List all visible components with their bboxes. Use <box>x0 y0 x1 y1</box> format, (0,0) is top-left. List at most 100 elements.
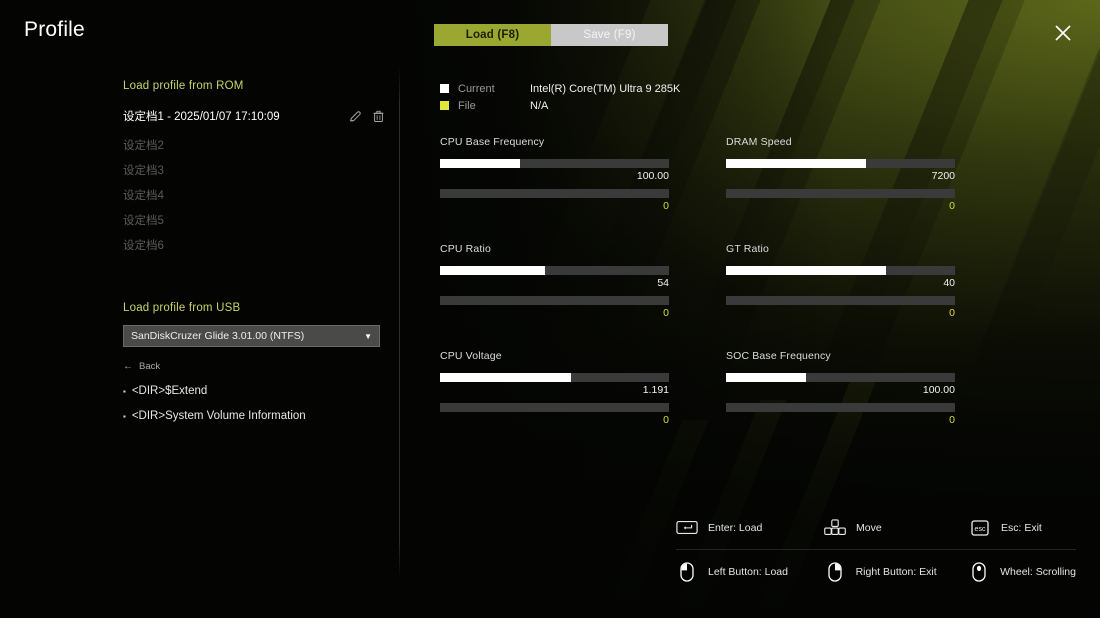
metric-title: CPU Voltage <box>440 350 502 362</box>
usb-device-select[interactable]: SanDiskCruzer Glide 3.01.00 (NTFS) ▼ <box>123 325 380 347</box>
rom-profile-label: 设定档2 <box>123 139 164 152</box>
help-item-wheel-scrolling: Wheel: Scrolling <box>968 562 1076 582</box>
help-item-right-button-exit: Right Button: Exit <box>824 562 969 582</box>
metric-file-bar-group: 0 <box>440 403 669 428</box>
metric-current-bar-group: 7200 <box>726 159 955 184</box>
file-list-item-label: <DIR>System Volume Information <box>131 410 306 422</box>
usb-profile-panel: Load profile from USB SanDiskCruzer Glid… <box>123 302 385 422</box>
metric-gt-ratio: GT Ratio 40 0 <box>726 243 955 321</box>
chevron-down-icon: ▼ <box>364 331 372 341</box>
arrow-keys-icon <box>824 519 846 537</box>
pencil-icon[interactable] <box>349 110 362 123</box>
bar-fill-current <box>726 159 866 168</box>
help-label: Wheel: Scrolling <box>1000 566 1076 578</box>
metric-cpu-base-frequency: CPU Base Frequency 100.00 0 <box>440 136 669 214</box>
profile-compare-legend: Current Intel(R) Core(TM) Ultra 9 285K F… <box>440 80 970 114</box>
bar-value-file: 0 <box>663 200 669 212</box>
help-label: Left Button: Load <box>708 566 788 578</box>
rom-profile-row[interactable]: 设定档6 <box>123 233 385 256</box>
help-row-keyboard: Enter: Load Move esc Esc: Exit <box>676 506 1076 550</box>
rom-profile-row[interactable]: 设定档5 <box>123 208 385 231</box>
rom-profile-label: 设定档4 <box>123 189 164 202</box>
tab-save[interactable]: Save (F9) <box>551 24 668 46</box>
file-list-item[interactable]: ▪ <DIR>System Volume Information <box>123 410 385 422</box>
bar-value-current: 1.191 <box>642 384 669 396</box>
file-list-item-label: <DIR>$Extend <box>131 385 208 397</box>
bar-value-current: 7200 <box>931 170 955 182</box>
rom-profile-row[interactable]: 设定档3 <box>123 158 385 181</box>
help-item-enter-load: Enter: Load <box>676 519 824 537</box>
metric-title: DRAM Speed <box>726 136 792 148</box>
metric-file-bar-group: 0 <box>726 403 955 428</box>
close-icon[interactable] <box>1050 20 1076 46</box>
usb-device-label: SanDiskCruzer Glide 3.01.00 (NTFS) <box>131 330 305 342</box>
bar-fill-current <box>440 373 571 382</box>
metric-file-bar-group: 0 <box>440 189 669 214</box>
metric-current-bar-group: 100.00 <box>726 373 955 398</box>
rom-profile-actions <box>349 110 385 123</box>
bar-track <box>440 266 669 275</box>
rom-profile-label: 设定档6 <box>123 239 164 252</box>
bar-value-file: 0 <box>949 414 955 426</box>
help-item-move: Move <box>824 519 969 537</box>
metric-dram-speed: DRAM Speed 7200 0 <box>726 136 955 214</box>
enter-key-icon <box>676 519 698 537</box>
bar-value-file: 0 <box>663 414 669 426</box>
help-label: Move <box>856 521 882 534</box>
file-back-item[interactable]: ← Back <box>123 361 385 372</box>
metric-title: CPU Base Frequency <box>440 136 545 148</box>
metric-current-bar-group: 40 <box>726 266 955 291</box>
metric-soc-base-frequency: SOC Base Frequency 100.00 0 <box>726 350 955 428</box>
column-divider <box>399 66 400 580</box>
help-label: Enter: Load <box>708 521 763 534</box>
rom-profile-panel: Load profile from ROM 设定档1 - 2025/01/07 … <box>123 80 385 256</box>
legend-value-file: N/A <box>530 99 549 112</box>
help-bar: Enter: Load Move esc Esc: Exit Left Butt… <box>676 506 1076 594</box>
bullet-icon: ▪ <box>123 411 126 421</box>
metrics-grid: CPU Base Frequency 100.00 0 DRAM Speed 7… <box>440 136 970 428</box>
rom-profile-label: 设定档3 <box>123 164 164 177</box>
bar-track <box>726 403 955 412</box>
metric-file-bar-group: 0 <box>440 296 669 321</box>
help-label: Esc: Exit <box>1001 521 1042 534</box>
legend-label-file: File <box>458 99 476 112</box>
rom-profile-row[interactable]: 设定档4 <box>123 183 385 206</box>
file-list-item[interactable]: ▪ <DIR>$Extend <box>123 385 385 397</box>
legend-swatch-file <box>440 101 449 110</box>
bar-value-file: 0 <box>663 307 669 319</box>
bar-value-current: 100.00 <box>636 170 669 182</box>
legend-row-file: File N/A <box>440 97 970 114</box>
rom-profile-row[interactable]: 设定档2 <box>123 133 385 156</box>
metric-title: GT Ratio <box>726 243 770 255</box>
trash-icon[interactable] <box>372 110 385 123</box>
page-title: Profile <box>24 18 85 41</box>
legend-label-current: Current <box>458 82 495 95</box>
legend-row-current: Current Intel(R) Core(TM) Ultra 9 285K <box>440 80 970 97</box>
bar-track <box>726 189 955 198</box>
metric-cpu-voltage: CPU Voltage 1.191 0 <box>440 350 669 428</box>
bar-track <box>726 159 955 168</box>
metric-current-bar-group: 1.191 <box>440 373 669 398</box>
bar-fill-current <box>726 266 887 275</box>
metric-current-bar-group: 54 <box>440 266 669 291</box>
legend-value-current: Intel(R) Core(TM) Ultra 9 285K <box>530 82 681 95</box>
esc-key-icon: esc <box>969 519 991 537</box>
bar-value-current: 100.00 <box>922 384 955 396</box>
help-item-esc-exit: esc Esc: Exit <box>969 519 1042 537</box>
mouse-wheel-icon <box>968 562 990 582</box>
metric-file-bar-group: 0 <box>726 189 955 214</box>
help-row-mouse: Left Button: Load Right Button: Exit Whe… <box>676 550 1076 594</box>
tab-load[interactable]: Load (F8) <box>434 24 551 46</box>
help-label: Right Button: Exit <box>855 566 937 578</box>
bar-fill-current <box>726 373 807 382</box>
bar-track <box>440 373 669 382</box>
rom-section-title: Load profile from ROM <box>123 80 244 92</box>
bar-track <box>440 159 669 168</box>
bullet-icon: ▪ <box>123 386 126 396</box>
rom-profile-label: 设定档1 - 2025/01/07 17:10:09 <box>123 111 280 123</box>
file-back-label: Back <box>139 361 161 372</box>
rom-profile-row[interactable]: 设定档1 - 2025/01/07 17:10:09 <box>123 103 385 129</box>
bar-value-file: 0 <box>949 307 955 319</box>
metric-current-bar-group: 100.00 <box>440 159 669 184</box>
bar-value-file: 0 <box>949 200 955 212</box>
